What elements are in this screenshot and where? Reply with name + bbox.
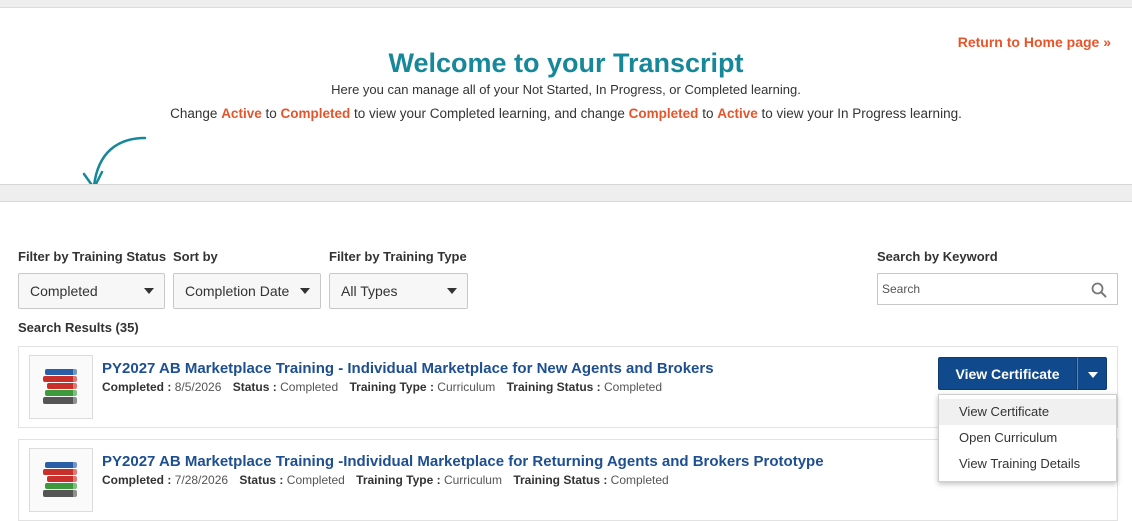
status-filter-select[interactable]: Completed bbox=[18, 273, 165, 309]
status-value: Completed bbox=[286, 473, 345, 487]
completed-label: Completed : bbox=[102, 380, 172, 394]
instruction-part: to bbox=[698, 106, 718, 121]
status-label: Status : bbox=[239, 473, 284, 487]
training-type-value: Curriculum bbox=[437, 380, 496, 394]
status-filter-value: Completed bbox=[30, 283, 98, 299]
search-icon[interactable] bbox=[1091, 282, 1107, 298]
sort-select[interactable]: Completion Date bbox=[173, 273, 321, 309]
training-meta: Completed : 8/5/2026 Status : Completed … bbox=[102, 380, 662, 394]
search-label: Search by Keyword bbox=[877, 249, 998, 264]
instruction-keyword: Active bbox=[221, 106, 262, 121]
divider-band bbox=[0, 184, 1132, 202]
instruction-keyword: Active bbox=[717, 106, 758, 121]
instruction-keyword: Completed bbox=[280, 106, 351, 121]
intro-text: Here you can manage all of your Not Star… bbox=[331, 82, 801, 97]
training-status-value: Completed bbox=[604, 380, 663, 394]
status-value: Completed bbox=[280, 380, 339, 394]
menu-item-view-training-details[interactable]: View Training Details bbox=[939, 451, 1116, 477]
training-title[interactable]: PY2027 AB Marketplace Training - Individ… bbox=[102, 360, 714, 377]
training-status-value: Completed bbox=[610, 473, 669, 487]
status-label: Status : bbox=[232, 380, 277, 394]
type-filter-value: All Types bbox=[341, 283, 398, 299]
training-type-value: Curriculum bbox=[443, 473, 502, 487]
caret-down-icon bbox=[300, 288, 310, 294]
training-type-label: Training Type : bbox=[356, 473, 441, 487]
status-filter-label: Filter by Training Status bbox=[18, 249, 167, 264]
completed-label: Completed : bbox=[102, 473, 172, 487]
instruction-text: Change Active to Completed to view your … bbox=[0, 106, 1132, 121]
completed-date: 7/28/2026 bbox=[174, 473, 229, 487]
type-filter-select[interactable]: All Types bbox=[329, 273, 468, 309]
books-icon bbox=[29, 355, 93, 419]
view-certificate-button[interactable]: View Certificate bbox=[938, 357, 1077, 390]
results-count: Search Results (35) bbox=[18, 320, 139, 335]
sort-value: Completion Date bbox=[185, 283, 290, 299]
type-filter-label: Filter by Training Type bbox=[329, 249, 467, 264]
top-strip bbox=[0, 0, 1132, 8]
instruction-part: Change bbox=[170, 106, 222, 121]
view-certificate-split-button: View Certificate bbox=[938, 357, 1107, 390]
page-title: Welcome to your Transcript bbox=[388, 48, 744, 78]
instruction-keyword: Completed bbox=[628, 106, 699, 121]
completed-date: 8/5/2026 bbox=[174, 380, 222, 394]
books-icon bbox=[29, 448, 93, 512]
search-input[interactable] bbox=[878, 274, 1078, 304]
menu-item-view-certificate[interactable]: View Certificate bbox=[939, 399, 1116, 425]
options-dropdown-toggle[interactable] bbox=[1077, 357, 1107, 390]
instruction-part: to view your Completed learning, and cha… bbox=[350, 106, 629, 121]
training-title[interactable]: PY2027 AB Marketplace Training -Individu… bbox=[102, 453, 824, 470]
caret-down-icon bbox=[144, 288, 154, 294]
options-menu: View Certificate Open Curriculum View Tr… bbox=[938, 394, 1117, 482]
training-meta: Completed : 7/28/2026 Status : Completed… bbox=[102, 473, 669, 487]
caret-down-icon bbox=[447, 288, 457, 294]
search-box bbox=[877, 273, 1118, 305]
caret-down-icon bbox=[1088, 372, 1098, 378]
sort-label: Sort by bbox=[173, 249, 218, 264]
menu-item-open-curriculum[interactable]: Open Curriculum bbox=[939, 425, 1116, 451]
instruction-part: to view your In Progress learning. bbox=[757, 106, 962, 121]
training-type-label: Training Type : bbox=[349, 380, 434, 394]
training-status-label: Training Status : bbox=[506, 380, 601, 394]
instruction-part: to bbox=[261, 106, 281, 121]
training-status-label: Training Status : bbox=[513, 473, 608, 487]
